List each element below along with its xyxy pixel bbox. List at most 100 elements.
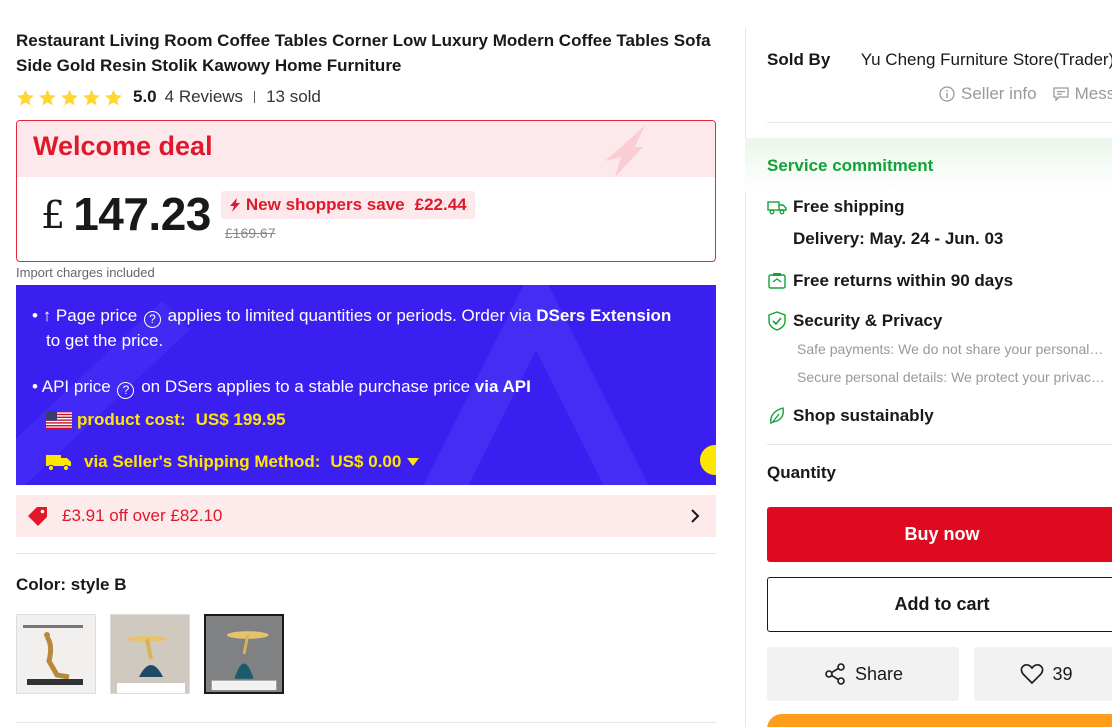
message-link[interactable]: Message [1052, 84, 1112, 104]
arrow-up-icon: ↑ [42, 306, 52, 325]
divider [16, 722, 716, 723]
page-price-suffix: to get the price. [46, 331, 164, 350]
shipping-cost-value: US$ 0.00 [330, 452, 402, 471]
heart-icon [1021, 664, 1044, 685]
new-shopper-badge: New shoppers save £22.44 [220, 191, 475, 219]
price-row: £ 147.23 New shoppers save £22.44 £169.6… [41, 187, 475, 241]
rating-value: 5.0 [133, 87, 157, 106]
seller-links: Seller info Message [939, 84, 1112, 104]
deal-header: Welcome deal [17, 121, 715, 177]
lightning-icon [229, 198, 240, 212]
color-option-thumb-selected[interactable] [204, 614, 284, 694]
star-icon [105, 89, 122, 105]
api-price-note: • API price ? on DSers applies to a stab… [32, 377, 531, 399]
product-thumbnail-image [23, 625, 83, 685]
page-price-note: • ↑ Page price ? applies to limited quan… [32, 306, 672, 350]
shipping-method-label: via Seller's Shipping Method: [84, 452, 321, 471]
save-amount: £22.44 [414, 195, 467, 214]
divider [16, 553, 716, 554]
shop-sustainably-item[interactable]: Shop sustainably [767, 406, 934, 426]
shipping-method-row: via Seller's Shipping Method: US$ 0.00 [46, 452, 420, 472]
secure-details-note: Secure personal details: We protect your… [797, 369, 1107, 385]
free-shipping-label: Free shipping [793, 197, 905, 216]
store-name-link[interactable]: Yu Cheng Furniture Store(Trader) [861, 50, 1112, 69]
page-price-label: Page price [55, 306, 138, 325]
help-icon[interactable]: ? [117, 382, 135, 399]
share-icon [825, 663, 845, 685]
star-icon [17, 89, 34, 105]
sold-count: 13 sold [266, 87, 321, 106]
service-commitment-title: Service commitment [767, 156, 934, 175]
seller-info-link[interactable]: Seller info [939, 84, 1037, 104]
page-price-text: applies to limited quantities or periods… [167, 306, 532, 325]
message-label: Message [1074, 84, 1112, 103]
chevron-right-icon [691, 509, 700, 523]
share-label: Share [854, 663, 904, 684]
product-cost-row: product cost: US$ 199.95 [46, 410, 285, 430]
product-cost-label: product cost: [77, 410, 186, 429]
delivery-estimate: Delivery: May. 24 - Jun. 03 [793, 229, 1004, 248]
star-icon [83, 89, 100, 105]
divider [767, 444, 1112, 445]
us-flag-icon [46, 411, 72, 429]
star-icon [61, 89, 78, 105]
wishlist-button[interactable]: 39 [974, 647, 1112, 701]
product-cost-value: US$ 199.95 [195, 410, 286, 429]
wishlist-count: 39 [1052, 663, 1073, 684]
seller-info-label: Seller info [961, 84, 1037, 103]
coupon-tag-icon [28, 507, 47, 526]
sold-by-label: Sold By [767, 50, 831, 69]
welcome-deal-box: Welcome deal £ 147.23 New shoppers save … [16, 120, 716, 262]
shield-check-icon [768, 311, 786, 331]
via-api-link[interactable]: via API [475, 377, 531, 396]
color-label: Color: style B [16, 575, 127, 594]
deal-title: Welcome deal [33, 131, 213, 161]
security-privacy-label: Security & Privacy [793, 311, 943, 330]
product-title: Restaurant Living Room Coffee Tables Cor… [16, 31, 711, 75]
add-to-cart-button[interactable]: Add to cart [767, 577, 1112, 632]
orange-action-button[interactable] [767, 714, 1112, 727]
savings-column: New shoppers save £22.44 £169.67 [220, 191, 475, 241]
api-price-label: API price [41, 377, 111, 396]
return-icon [768, 273, 786, 289]
chevron-down-icon [407, 458, 420, 466]
truck-icon [46, 455, 71, 471]
dsers-extension-link[interactable]: DSers Extension [536, 306, 671, 325]
safe-payments-note: Safe payments: We do not share your pers… [797, 341, 1107, 357]
sold-by-row: Sold By Yu Cheng Furniture Store(Trader) [767, 50, 1112, 70]
free-returns-item[interactable]: Free returns within 90 days [767, 271, 1013, 291]
save-label: New shoppers save [245, 195, 405, 214]
price-currency: £ [41, 193, 66, 237]
share-button[interactable]: Share [767, 647, 959, 701]
deal-decoration-icon [605, 125, 645, 177]
security-privacy-item[interactable]: Security & Privacy [767, 311, 942, 331]
divider [767, 122, 1112, 123]
star-rating[interactable] [16, 88, 123, 107]
color-option-thumb[interactable] [110, 614, 190, 694]
color-options [16, 614, 284, 694]
shipping-method-select[interactable]: US$ 0.00 [330, 452, 420, 472]
import-charges-note: Import charges included [16, 265, 155, 280]
coupon-row[interactable]: £3.91 off over £82.10 [16, 495, 716, 537]
quantity-label: Quantity [767, 463, 836, 482]
free-shipping-item[interactable]: Free shipping [767, 197, 904, 217]
free-returns-label: Free returns within 90 days [793, 271, 1014, 290]
coupon-text: £3.91 off over £82.10 [62, 506, 223, 525]
rating-row: 5.0 4 Reviews 13 sold [16, 86, 321, 108]
api-price-text: on DSers applies to a stable purchase pr… [141, 377, 471, 396]
color-option-thumb[interactable] [16, 614, 96, 694]
product-thumbnail-image [206, 616, 282, 692]
leaf-icon [770, 407, 784, 425]
dsers-price-panel: • ↑ Page price ? applies to limited quan… [16, 285, 716, 485]
star-icon [39, 89, 56, 105]
product-thumbnail-image [111, 615, 189, 693]
info-icon [939, 86, 955, 102]
truck-icon [767, 201, 787, 215]
original-price: £169.67 [224, 225, 276, 241]
message-icon [1052, 87, 1069, 102]
buy-now-button[interactable]: Buy now [767, 507, 1112, 562]
help-icon[interactable]: ? [143, 311, 161, 328]
reviews-link[interactable]: 4 Reviews [165, 87, 243, 107]
shop-sustainably-label: Shop sustainably [793, 406, 934, 425]
column-divider [745, 28, 746, 727]
